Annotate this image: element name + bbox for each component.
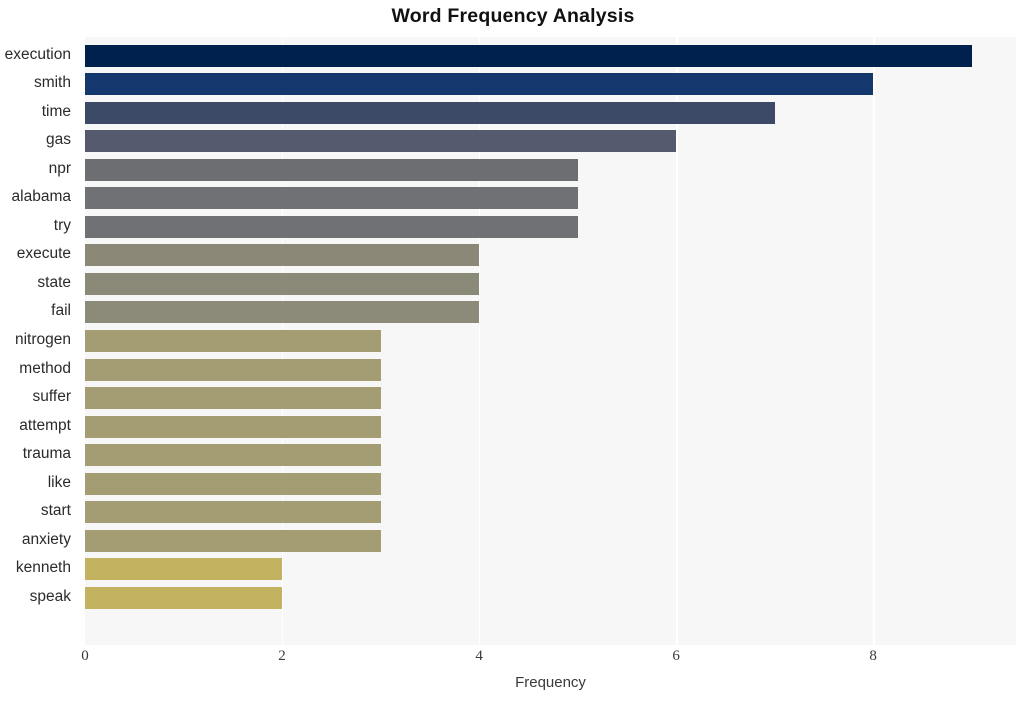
y-tick-label-kenneth: kenneth bbox=[15, 559, 71, 577]
bar-nitrogen[interactable] bbox=[85, 330, 381, 352]
bar-try[interactable] bbox=[85, 215, 578, 238]
bar-speak[interactable] bbox=[85, 586, 283, 609]
bar-state[interactable] bbox=[85, 272, 480, 295]
y-tick-label-method: method bbox=[19, 359, 71, 377]
bar-like[interactable] bbox=[85, 472, 381, 495]
bar-alabama[interactable] bbox=[85, 187, 578, 210]
y-tick-label-state: state bbox=[37, 273, 71, 291]
bar-npr[interactable] bbox=[85, 158, 578, 181]
bar-execute[interactable] bbox=[85, 244, 480, 267]
y-tick-label-alabama: alabama bbox=[11, 188, 71, 206]
bar-gas[interactable] bbox=[85, 130, 677, 153]
bar-smith[interactable] bbox=[85, 73, 874, 96]
x-tick-label-6: 6 bbox=[672, 648, 680, 664]
y-tick-label-nitrogen: nitrogen bbox=[14, 331, 71, 348]
y-tick-label-suffer: suffer bbox=[32, 388, 72, 406]
bar-suffer[interactable] bbox=[85, 387, 381, 410]
bar-execution[interactable] bbox=[85, 44, 972, 67]
y-tick-label-speak: speak bbox=[29, 587, 71, 605]
bar-time[interactable] bbox=[85, 101, 775, 124]
bar-start[interactable] bbox=[85, 501, 381, 524]
y-tick-label-start: start bbox=[40, 502, 71, 520]
y-tick-label-smith: smith bbox=[33, 74, 71, 92]
gridline-4 bbox=[479, 37, 481, 645]
y-tick-label-anxiety: anxiety bbox=[21, 530, 71, 548]
bar-kenneth[interactable] bbox=[85, 558, 283, 581]
gridline-8 bbox=[873, 37, 875, 645]
plot-area bbox=[85, 37, 1016, 645]
x-tick-label-4: 4 bbox=[475, 648, 483, 664]
y-tick-label-npr: npr bbox=[48, 159, 71, 177]
bar-trauma[interactable] bbox=[85, 444, 381, 467]
word-frequency-chart-figure: Word Frequency Analysis execution smith ti… bbox=[0, 0, 1026, 701]
bar-attempt[interactable] bbox=[85, 415, 381, 438]
x-axis-tick-labels: 0 2 4 6 8 bbox=[0, 648, 1026, 674]
y-axis-tick-labels: execution smith time gas npr alabama try execut… bbox=[0, 37, 78, 645]
gridline-6 bbox=[676, 37, 678, 645]
bar-method[interactable] bbox=[85, 358, 381, 381]
page-title: Word Frequency Analysis bbox=[391, 5, 635, 27]
y-tick-label-gas: gas bbox=[46, 131, 71, 149]
y-tick-label-like: like bbox=[47, 473, 71, 491]
y-tick-label-trauma: trauma bbox=[22, 445, 71, 463]
y-tick-label-fail: fail bbox=[51, 302, 71, 320]
y-tick-label-time: time bbox=[41, 102, 71, 120]
bar-anxiety[interactable] bbox=[85, 529, 381, 552]
y-tick-label-attempt: attempt bbox=[19, 416, 71, 434]
y-tick-label-execute: execute bbox=[16, 245, 71, 263]
y-tick-label-try: try bbox=[53, 216, 71, 234]
bar-fail[interactable] bbox=[85, 301, 480, 324]
x-axis-label: Frequency bbox=[515, 674, 586, 691]
x-tick-label-8: 8 bbox=[869, 648, 877, 664]
x-tick-label-2: 2 bbox=[278, 648, 286, 664]
y-tick-label-execution: execution bbox=[4, 45, 71, 63]
x-tick-label-0: 0 bbox=[81, 648, 89, 664]
